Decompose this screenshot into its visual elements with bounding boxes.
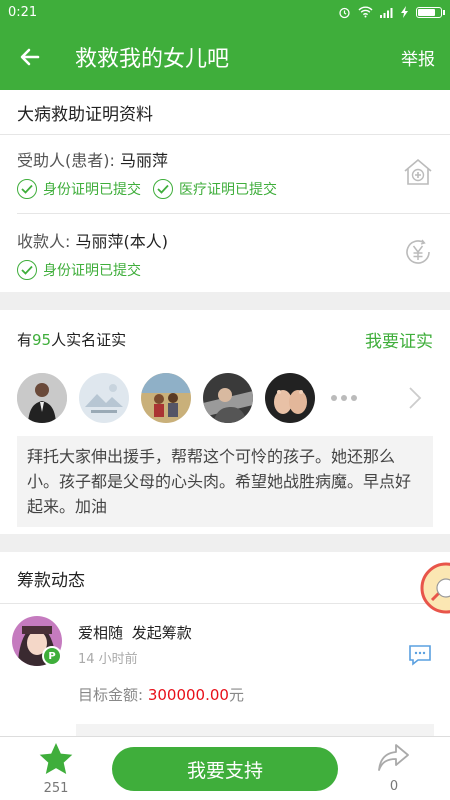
verify-section: 有95人实名证实 我要证实 拜托大家伸出援手，帮帮这个可怜的孩子。她还那么小。孩… — [0, 310, 450, 534]
verify-count-line: 有95人实名证实 — [17, 330, 127, 349]
report-button[interactable]: 举报 — [401, 45, 450, 70]
check-label: 身份证明已提交 — [43, 263, 141, 279]
payee-name: 马丽萍(本人) — [75, 232, 168, 251]
avatar[interactable] — [265, 373, 315, 423]
funding-section: 筹款动态 P 爱相随 发起筹款 14 小时前 目标金额: 300000.00元 — [0, 552, 450, 736]
check-label: 医疗证明已提交 — [179, 182, 277, 198]
comment-icon[interactable] — [408, 644, 432, 666]
arrow-left-icon — [20, 48, 40, 66]
share-button[interactable]: 0 — [372, 741, 416, 794]
funding-header: 筹款动态 — [0, 552, 450, 614]
funding-user-line: 爱相随 发起筹款 — [78, 622, 192, 643]
alarm-icon — [339, 7, 350, 18]
share-count: 0 — [389, 779, 399, 794]
status-icons — [338, 6, 445, 19]
funding-detail-box — [76, 724, 434, 736]
payee-checks: 身份证明已提交 — [17, 260, 433, 280]
yuan-icon — [406, 239, 430, 264]
status-bar: 0:21 — [0, 0, 450, 24]
back-button[interactable] — [0, 24, 60, 90]
verifier-avatars[interactable] — [0, 368, 450, 428]
check-icon — [153, 179, 173, 199]
support-button[interactable]: 我要支持 — [112, 747, 338, 791]
patient-label-line: 受助人(患者): 马丽萍 — [17, 147, 433, 171]
page-title: 救救我的女儿吧 — [75, 47, 230, 72]
avatar[interactable] — [17, 373, 67, 423]
proof-section: 大病救助证明资料 受助人(患者): 马丽萍 身份证明已提交 医疗证明已提交 收款… — [0, 90, 450, 292]
check-label: 身份证明已提交 — [43, 182, 141, 198]
patient-check-id: 身份证明已提交 — [17, 179, 141, 199]
status-time: 0:21 — [8, 4, 38, 20]
payee-row: 收款人: 马丽萍(本人) 身份证明已提交 — [0, 214, 450, 292]
target-amount: 300000.00 — [147, 686, 229, 704]
funding-target: 目标金额: 300000.00元 — [78, 686, 244, 704]
patient-name: 马丽萍 — [119, 151, 168, 170]
verify-header: 有95人实名证实 我要证实 — [0, 310, 450, 368]
proof-title: 大病救助证明资料 — [17, 105, 153, 125]
patient-checks: 身份证明已提交 医疗证明已提交 — [17, 179, 433, 199]
battery-icon — [416, 6, 445, 18]
avatar[interactable] — [141, 373, 191, 423]
patient-row: 受助人(患者): 马丽萍 身份证明已提交 医疗证明已提交 — [0, 135, 450, 213]
verify-count: 95 — [32, 330, 52, 349]
main-content[interactable]: 大病救助证明资料 受助人(患者): 马丽萍 身份证明已提交 医疗证明已提交 收款… — [0, 90, 450, 736]
payee-label: 收款人: — [17, 232, 76, 251]
p-badge-icon: P — [42, 646, 62, 666]
funding-user: 爱相随 — [78, 624, 124, 642]
hospital-icon — [404, 158, 432, 185]
patient-check-medical: 医疗证明已提交 — [153, 179, 277, 199]
share-icon — [378, 744, 409, 771]
signal-icon — [380, 7, 393, 18]
payee-label-line: 收款人: 马丽萍(本人) — [17, 228, 433, 252]
more-icon[interactable] — [331, 395, 357, 401]
check-icon — [17, 260, 37, 280]
payee-check-id: 身份证明已提交 — [17, 260, 141, 280]
verify-button[interactable]: 我要证实 — [365, 327, 433, 352]
funding-title: 筹款动态 — [17, 571, 85, 591]
favorite-button[interactable]: 251 — [36, 741, 76, 796]
chevron-right-icon[interactable] — [408, 386, 422, 410]
avatar[interactable] — [79, 373, 129, 423]
bottom-bar: 251 我要支持 0 — [0, 736, 450, 800]
verify-message: 拜托大家伸出援手，帮帮这个可怜的孩子。她还那么小。孩子都是父母的心头肉。希望她战… — [17, 436, 433, 527]
app-bar: 救救我的女儿吧 举报 — [0, 24, 450, 90]
star-count: 251 — [43, 781, 69, 796]
charging-icon — [401, 6, 408, 18]
star-icon — [39, 743, 73, 774]
patient-label: 受助人(患者): — [17, 151, 120, 170]
funding-time: 14 小时前 — [78, 652, 138, 667]
funding-item: P 爱相随 发起筹款 14 小时前 目标金额: 300000.00元 — [0, 604, 450, 736]
wifi-icon — [358, 6, 373, 18]
funding-action: 发起筹款 — [131, 624, 192, 642]
avatar[interactable] — [203, 373, 253, 423]
check-icon — [17, 179, 37, 199]
